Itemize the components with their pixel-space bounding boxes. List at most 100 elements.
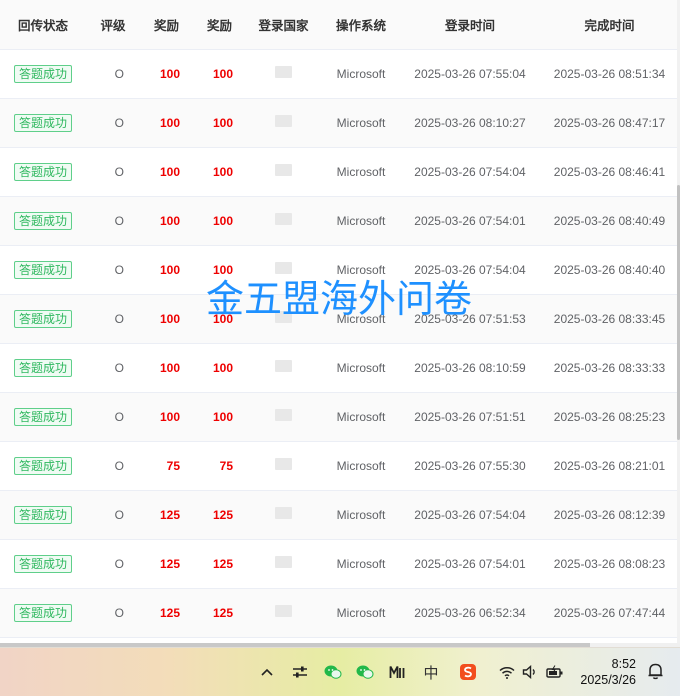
country-flag-blurred	[275, 458, 292, 470]
table-row[interactable]: 答题成功 O 100 100 Microsoft 2025-03-26 07:54:04 2…	[0, 147, 680, 197]
reward-cell: 100	[140, 98, 193, 148]
reward-cell: 125	[140, 490, 193, 540]
wechat-icon[interactable]	[323, 662, 343, 682]
reward-cell: 100	[193, 147, 246, 197]
rating-cell: O	[86, 294, 140, 344]
login-time-cell: 2025-03-26 07:55:30	[401, 441, 539, 491]
reward-cell: 100	[193, 98, 246, 148]
status-badge: 答题成功	[13, 358, 72, 377]
reward-cell: 100	[193, 392, 246, 442]
country-cell	[246, 343, 321, 393]
battery-icon[interactable]	[545, 662, 565, 682]
table-row[interactable]: 答题成功 O 100 100 Microsoft 2025-03-26 08:10:59 2…	[0, 343, 680, 393]
reward-cell: 100	[193, 343, 246, 393]
os-cell: Microsoft	[321, 441, 401, 491]
status-cell: 答题成功	[0, 147, 86, 197]
os-cell: Microsoft	[321, 490, 401, 540]
reward-cell: 100	[140, 245, 193, 295]
table-row[interactable]: 答题成功 O 100 100 Microsoft 2025-03-26 07:51:51 2…	[0, 392, 680, 442]
survey-results-table-panel: 回传状态 评级 奖励 奖励 登录国家 操作系统 登录时间 完成时间 答题成功 O 1…	[0, 0, 680, 645]
header-reward-2[interactable]: 奖励	[193, 0, 246, 50]
os-cell: Microsoft	[321, 196, 401, 246]
header-reward-1[interactable]: 奖励	[140, 0, 193, 50]
ime-chinese-icon[interactable]: 中	[421, 662, 441, 682]
country-cell	[246, 245, 321, 295]
rating-cell: O	[86, 196, 140, 246]
table-row[interactable]: 答题成功 O 75 75 Microsoft 2025-03-26 07:55:30 202…	[0, 441, 680, 491]
m-app-icon[interactable]	[388, 662, 406, 682]
login-time-cell: 2025-03-26 08:10:59	[401, 343, 539, 393]
reward-cell: 125	[193, 539, 246, 589]
clock-time: 8:52	[611, 657, 636, 671]
status-cell: 答题成功	[0, 490, 86, 540]
table-row[interactable]: 答题成功 O 100 100 Microsoft 2025-03-26 07:51:53 2…	[0, 294, 680, 344]
country-flag-blurred	[275, 507, 292, 519]
reward-cell: 100	[140, 49, 193, 99]
status-badge: 答题成功	[13, 309, 72, 328]
sogou-icon[interactable]	[458, 662, 478, 682]
finish-time-cell: 2025-03-26 08:12:39	[539, 490, 680, 540]
rating-cell: O	[86, 98, 140, 148]
table-row[interactable]: 答题成功 O 125 125 Microsoft 2025-03-26 06:52:34 2…	[0, 588, 680, 638]
clock-date: 2025/3/26	[580, 673, 636, 687]
finish-time-cell: 2025-03-26 08:40:40	[539, 245, 680, 295]
header-finish-time[interactable]: 完成时间	[539, 0, 680, 50]
login-time-cell: 2025-03-26 07:55:04	[401, 49, 539, 99]
finish-time-cell: 2025-03-26 08:47:17	[539, 98, 680, 148]
reward-cell: 75	[140, 441, 193, 491]
rating-cell: O	[86, 490, 140, 540]
header-login-time[interactable]: 登录时间	[401, 0, 539, 50]
country-cell	[246, 588, 321, 638]
table-row[interactable]: 答题成功 O 100 100 Microsoft 2025-03-26 07:54:01 2…	[0, 196, 680, 246]
country-flag-blurred	[275, 66, 292, 78]
rating-cell: O	[86, 539, 140, 589]
wifi-icon[interactable]	[498, 662, 516, 682]
volume-icon[interactable]	[521, 662, 539, 682]
status-cell: 答题成功	[0, 588, 86, 638]
survey-results-table: 回传状态 评级 奖励 奖励 登录国家 操作系统 登录时间 完成时间 答题成功 O 1…	[0, 0, 680, 638]
header-rating[interactable]: 评级	[86, 0, 140, 50]
table-row[interactable]: 答题成功 O 100 100 Microsoft 2025-03-26 07:54:04 2…	[0, 245, 680, 295]
country-flag-blurred	[275, 311, 292, 323]
table-row[interactable]: 答题成功 O 125 125 Microsoft 2025-03-26 07:54:04 2…	[0, 490, 680, 540]
header-os[interactable]: 操作系统	[321, 0, 401, 50]
os-cell: Microsoft	[321, 245, 401, 295]
login-time-cell: 2025-03-26 07:51:51	[401, 392, 539, 442]
rating-cell: O	[86, 245, 140, 295]
taskbar: 中 8:52 2025/3/26	[0, 647, 680, 696]
header-login-country[interactable]: 登录国家	[246, 0, 321, 50]
reward-cell: 100	[193, 49, 246, 99]
finish-time-cell: 2025-03-26 08:25:23	[539, 392, 680, 442]
table-row[interactable]: 答题成功 O 125 125 Microsoft 2025-03-26 07:54:01 2…	[0, 539, 680, 589]
os-cell: Microsoft	[321, 588, 401, 638]
finish-time-cell: 2025-03-26 07:47:44	[539, 588, 680, 638]
chevron-up-icon[interactable]	[259, 662, 275, 682]
status-cell: 答题成功	[0, 98, 86, 148]
table-row[interactable]: 答题成功 O 100 100 Microsoft 2025-03-26 07:55:04 2…	[0, 49, 680, 99]
finish-time-cell: 2025-03-26 08:33:33	[539, 343, 680, 393]
status-cell: 答题成功	[0, 343, 86, 393]
status-badge: 答题成功	[13, 554, 72, 573]
wechat-alt-icon[interactable]	[355, 662, 375, 682]
status-badge: 答题成功	[13, 407, 72, 426]
reward-cell: 100	[193, 245, 246, 295]
status-badge: 答题成功	[13, 162, 72, 181]
table-row[interactable]: 答题成功 O 100 100 Microsoft 2025-03-26 08:10:27 2…	[0, 98, 680, 148]
header-status[interactable]: 回传状态	[0, 0, 86, 50]
rating-cell: O	[86, 392, 140, 442]
finish-time-cell: 2025-03-26 08:08:23	[539, 539, 680, 589]
login-time-cell: 2025-03-26 07:54:04	[401, 245, 539, 295]
status-cell: 答题成功	[0, 441, 86, 491]
table-body: 答题成功 O 100 100 Microsoft 2025-03-26 07:55:04 2…	[0, 49, 680, 638]
reward-cell: 100	[140, 392, 193, 442]
notification-bell-icon[interactable]	[645, 661, 665, 681]
sliders-icon[interactable]	[291, 662, 309, 682]
reward-cell: 125	[193, 588, 246, 638]
country-flag-blurred	[275, 115, 292, 127]
reward-cell: 125	[193, 490, 246, 540]
country-cell	[246, 49, 321, 99]
os-cell: Microsoft	[321, 294, 401, 344]
system-clock[interactable]: 8:52 2025/3/26	[580, 656, 636, 688]
finish-time-cell: 2025-03-26 08:51:34	[539, 49, 680, 99]
country-flag-blurred	[275, 164, 292, 176]
